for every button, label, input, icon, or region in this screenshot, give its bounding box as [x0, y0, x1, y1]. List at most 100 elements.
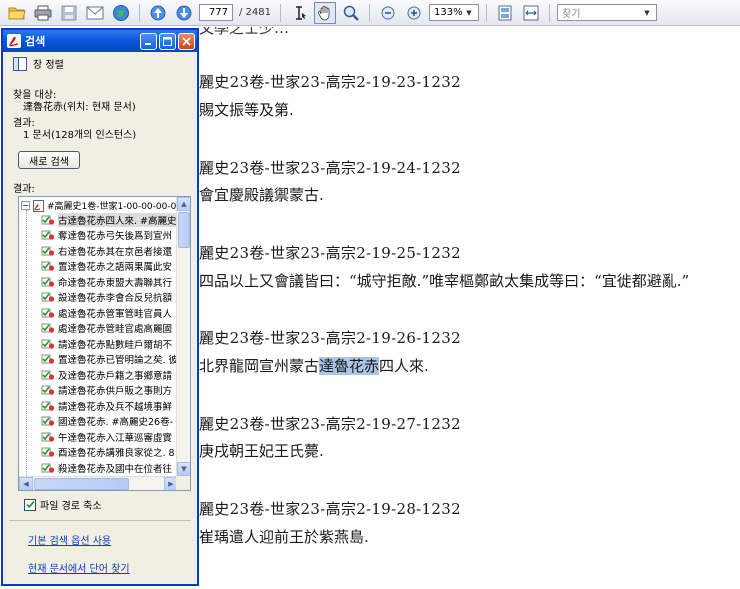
find-in-document-link[interactable]: 현재 문서에서 단어 찾기: [28, 560, 130, 575]
result-item[interactable]: 酉達魯花赤講雅良家從之. 8: [41, 445, 175, 460]
results-vertical-scrollbar[interactable]: ▲ ▼: [176, 197, 190, 476]
results-root-label: #高麗史1卷-世家1-00-00-00-000: [47, 202, 178, 212]
basic-options-link[interactable]: 기본 검색 옵션 사용: [28, 532, 111, 547]
result-item-label: 置達魯花赤之語兩果厲此安: [58, 262, 173, 273]
maximize-button[interactable]: [159, 32, 176, 50]
text-select-icon[interactable]: [288, 2, 310, 24]
result-item-label: 請達魯花赤點數畦戶爾胡不: [58, 339, 173, 351]
result-item[interactable]: 及達魯花赤戶籍之事鄉意請: [41, 367, 172, 382]
result-item[interactable]: 午達魯花赤入江華巡審虛實: [41, 429, 172, 444]
result-item[interactable]: 古達魯花赤四人來. #高麗史: [41, 212, 177, 227]
close-icon: [182, 36, 191, 46]
new-search-button[interactable]: 새로 검색: [18, 151, 80, 169]
result-item-label: 午達魯花赤入江華巡審虛實: [58, 432, 173, 444]
search-result-icon: [41, 370, 55, 380]
result-item[interactable]: 置達魯花赤已管明論之矣. 彼: [41, 352, 178, 367]
acrobat-logo-icon: [7, 34, 21, 48]
result-item[interactable]: 請達魯花赤點數畦戶爾胡不: [41, 336, 172, 351]
search-target-value: 達魯花赤(위치: 현재 문서): [23, 102, 136, 113]
result-item-label: 殺達魯花赤及國中在位者往: [58, 463, 173, 475]
toolbar-separator: [280, 3, 281, 22]
show-path-label: 파일 경로 축소: [40, 501, 102, 512]
result-item[interactable]: 奪達魯花赤弓矢後爲到宣州: [41, 228, 172, 243]
fit-page-icon[interactable]: [494, 2, 516, 24]
scroll-left-icon[interactable]: ◀: [19, 477, 33, 490]
result-item[interactable]: 國達魯花赤. #高麗史26卷-: [41, 414, 173, 429]
save-icon[interactable]: [58, 2, 80, 24]
arrange-windows-button[interactable]: 창 정렬: [13, 56, 64, 71]
result-item[interactable]: 設達魯花赤李會合反兒抗額: [41, 290, 172, 305]
open-folder-icon[interactable]: [6, 2, 28, 24]
result-item[interactable]: 請達魯花赤及兵不越境事鮮: [41, 398, 172, 413]
scroll-up-icon[interactable]: ▲: [177, 197, 190, 211]
result-item[interactable]: 處達魯花赤管軍管畦官員人: [41, 305, 172, 320]
result-item[interactable]: 殺達魯花赤及國中在位者往: [41, 460, 172, 475]
arrange-windows-icon: [13, 56, 27, 71]
result-item[interactable]: 處達魯花赤管畦官處高麗國: [41, 321, 172, 336]
tree-line: [26, 210, 27, 476]
document-view[interactable]: 文學之士少… 麗史23卷-世家23-高宗2-19-23-1232 賜文振等及第.…: [199, 27, 740, 589]
zoom-out-icon[interactable]: [377, 2, 399, 24]
scrollbar-corner: [176, 476, 190, 490]
scroll-thumb[interactable]: [178, 212, 190, 248]
entry-text: 崔瑀遣人迎前王於紫燕島.: [199, 528, 369, 546]
fit-width-icon[interactable]: [520, 2, 542, 24]
result-item-label: 請達魯花赤供戶販之事則方: [58, 386, 173, 397]
search-result-icon: [41, 339, 55, 349]
entry-reference: 麗史23卷-世家23-高宗2-19-23-1232: [199, 73, 461, 91]
web-globe-icon[interactable]: [110, 2, 132, 24]
search-result-icon: [41, 385, 55, 395]
result-item[interactable]: 命達魯花赤東盟大壽聯其行: [41, 274, 172, 289]
minimize-icon: [145, 42, 151, 45]
search-result-icon: [41, 463, 55, 473]
panel-divider: [9, 520, 191, 521]
entry-reference: 麗史23卷-世家23-高宗2-19-26-1232: [199, 329, 461, 347]
search-result-icon: [41, 246, 55, 256]
result-item-label: 古達魯花赤四人來. #高麗史: [58, 212, 177, 227]
results-tree[interactable]: − #高麗史1卷-世家1-00-00-00-000 古達魯花赤四人來. #高麗史…: [18, 196, 191, 491]
toolbar-separator: [139, 3, 140, 22]
next-page-icon[interactable]: [173, 2, 195, 24]
entry-text: 庚戌朝王妃王氏薨.: [199, 442, 324, 460]
search-result-icon: [41, 416, 55, 426]
checkmark-icon: [25, 500, 35, 509]
find-placeholder: 찾기: [562, 9, 581, 20]
page-number-input[interactable]: 777: [199, 4, 233, 21]
toolbar: 777 / 2481 133% ▼ 찾기 ▼: [0, 0, 740, 26]
search-result-icon: [41, 230, 55, 240]
previous-page-icon[interactable]: [147, 2, 169, 24]
show-path-checkbox[interactable]: [24, 498, 36, 511]
find-input[interactable]: 찾기 ▼: [557, 4, 657, 21]
search-result-icon: [41, 292, 55, 302]
search-panel-titlebar[interactable]: 검색: [3, 30, 197, 52]
scroll-thumb[interactable]: [34, 478, 129, 490]
entry-text-after: 四人來.: [379, 357, 429, 375]
search-result-icon: [41, 323, 55, 333]
email-icon[interactable]: [84, 2, 106, 24]
entry-text: 北界龍岡宣州蒙古達魯花赤四人來.: [199, 355, 429, 376]
arrange-windows-label: 창 정렬: [33, 60, 64, 71]
result-item[interactable]: 請達魯花赤供戶販之事則方: [41, 383, 172, 398]
zoom-tool-icon[interactable]: [340, 2, 362, 24]
results-list: − #高麗史1卷-世家1-00-00-00-000 古達魯花赤四人來. #高麗史…: [19, 197, 178, 476]
maximize-icon: [163, 36, 172, 46]
show-path-option[interactable]: 파일 경로 축소: [24, 497, 102, 512]
entry-text: 賜文振等及第.: [199, 101, 294, 119]
chevron-down-icon: ▼: [466, 8, 472, 17]
results-horizontal-scrollbar[interactable]: ◀ ▶: [19, 476, 178, 490]
result-item-label: 奪達魯花赤弓矢後爲到宣州: [58, 231, 173, 242]
minimize-button[interactable]: [140, 32, 157, 50]
collapse-icon[interactable]: −: [21, 201, 30, 210]
result-item-label: 及達魯花赤戶籍之事鄉意請: [58, 370, 173, 382]
results-root[interactable]: − #高麗史1卷-世家1-00-00-00-000: [21, 199, 178, 212]
search-result-icon: [41, 354, 55, 364]
close-button[interactable]: [178, 32, 195, 50]
page-total: / 2481: [239, 7, 271, 18]
result-item[interactable]: 置達魯花赤之語兩果厲此安: [41, 259, 172, 274]
scroll-down-icon[interactable]: ▼: [177, 462, 190, 476]
zoom-select[interactable]: 133% ▼: [429, 4, 479, 21]
print-icon[interactable]: [32, 2, 54, 24]
zoom-in-icon[interactable]: [403, 2, 425, 24]
hand-tool-icon[interactable]: [314, 1, 336, 24]
result-item[interactable]: 右達魯花赤其在京邑者接還: [41, 243, 172, 258]
